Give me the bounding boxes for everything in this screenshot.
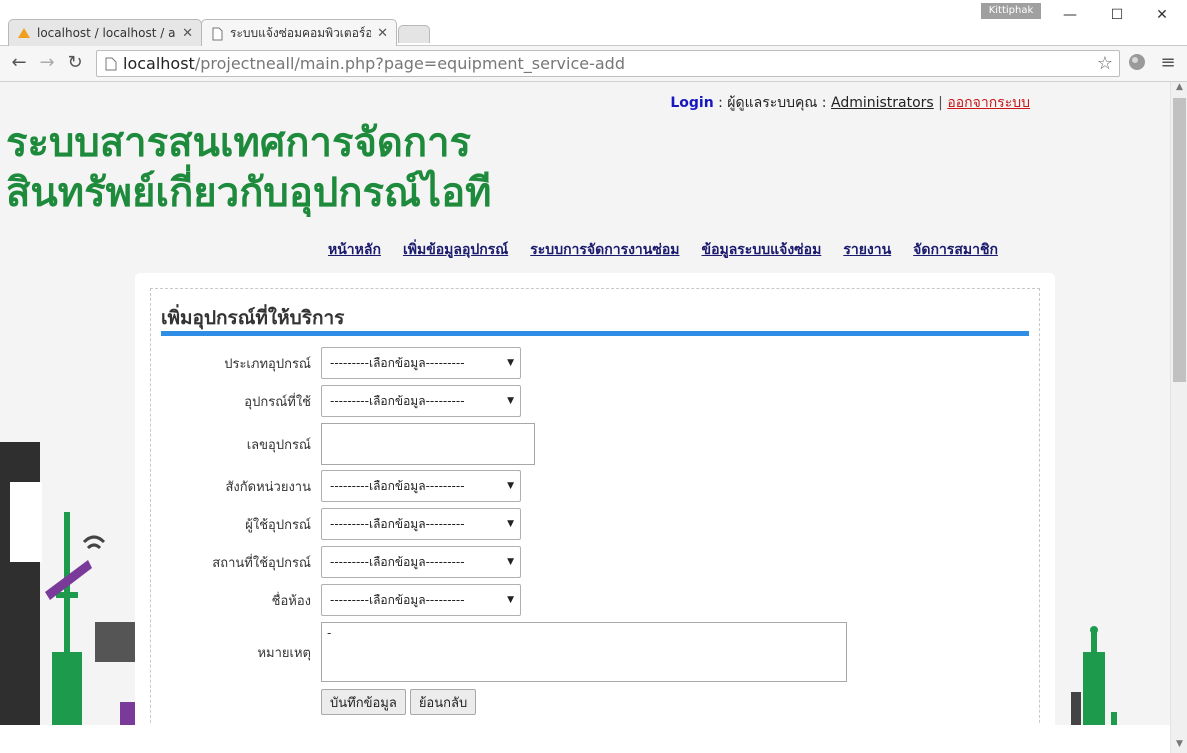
select-room[interactable]: ---------เลือกข้อมูล--------- ▼	[321, 584, 521, 616]
main-menu: หน้าหลัก เพิ่มข้อมูลอุปกรณ์ ระบบการจัดกา…	[328, 239, 998, 261]
close-icon[interactable]: ✕	[377, 26, 388, 41]
separator: |	[938, 95, 943, 111]
row-actions: บันทึกข้อมูล ย้อนกลับ	[161, 689, 477, 715]
site-title: ระบบสารสนเทศการจัดการ สินทรัพย์เกี่ยวกับ…	[6, 118, 492, 218]
admin-prefix: : ผู้ดูแลระบบคุณ :	[718, 95, 827, 111]
label-room: ชื่อห้อง	[271, 593, 311, 609]
profile-badge[interactable]: Kittiphak	[981, 3, 1041, 19]
menu-members[interactable]: จัดการสมาชิก	[913, 239, 998, 261]
page-icon	[105, 57, 117, 71]
bookmark-star-icon[interactable]: ☆	[1097, 53, 1113, 74]
form-container: เพิ่มอุปกรณ์ที่ให้บริการ ประเภทอุปกรณ์ -…	[150, 288, 1040, 753]
dropdown-arrow-icon: ▼	[507, 557, 514, 567]
dropdown-arrow-icon: ▼	[507, 519, 514, 529]
dropdown-arrow-icon: ▼	[507, 396, 514, 406]
url-path: /projectneall/main.php?page=equipment_se…	[194, 54, 625, 73]
select-location[interactable]: ---------เลือกข้อมูล--------- ▼	[321, 546, 521, 578]
illustration-left	[0, 442, 135, 753]
page-bottom-strip	[0, 725, 1170, 753]
select-value: ---------เลือกข้อมูล---------	[330, 554, 465, 569]
logout-link[interactable]: ออกจากระบบ	[947, 95, 1030, 111]
form-title-rule	[161, 331, 1029, 336]
note-textarea[interactable]: -	[321, 622, 847, 682]
select-equipment-type[interactable]: ---------เลือกข้อมูล--------- ▼	[321, 347, 521, 379]
close-icon[interactable]: ✕	[182, 26, 193, 41]
site-title-line1: ระบบสารสนเทศการจัดการ	[6, 120, 472, 166]
forward-arrow-icon[interactable]: →	[36, 52, 58, 74]
label-equipment-used: อุปกรณ์ที่ใช้	[244, 394, 311, 410]
select-value: ---------เลือกข้อมูล---------	[330, 592, 465, 607]
row-room: ชื่อห้อง ---------เลือกข้อมูล--------- ▼	[161, 584, 521, 616]
row-equipment-used: อุปกรณ์ที่ใช้ ---------เลือกข้อมูล------…	[161, 385, 521, 417]
select-user[interactable]: ---------เลือกข้อมูล--------- ▼	[321, 508, 521, 540]
dropdown-arrow-icon: ▼	[507, 481, 514, 491]
login-status: Login : ผู้ดูแลระบบคุณ : Administrators …	[670, 92, 1030, 114]
label-department: สังกัดหน่วยงาน	[225, 479, 311, 495]
select-value: ---------เลือกข้อมูล---------	[330, 516, 465, 531]
row-note: หมายเหตุ -	[161, 622, 847, 682]
menu-icon[interactable]: ≡	[1157, 52, 1179, 74]
tab-label: localhost / localhost / asse	[37, 26, 176, 40]
menu-repair-info[interactable]: ข้อมูลระบบแจ้งซ่อม	[702, 239, 822, 261]
site-title-line2: สินทรัพย์เกี่ยวกับอุปกรณ์ไอที	[6, 170, 492, 216]
menu-repair-management[interactable]: ระบบการจัดการงานซ่อม	[530, 239, 679, 261]
address-bar[interactable]: localhost/projectneall/main.php?page=equ…	[96, 50, 1120, 77]
browser-titlebar: localhost / localhost / asse ✕ ระบบแจ้งซ…	[0, 0, 1187, 47]
dropdown-arrow-icon: ▼	[507, 358, 514, 368]
label-equipment-type: ประเภทอุปกรณ์	[224, 356, 311, 372]
save-button[interactable]: บันทึกข้อมูล	[321, 689, 406, 715]
select-value: ---------เลือกข้อมูล---------	[330, 478, 465, 493]
form-title: เพิ่มอุปกรณ์ที่ให้บริการ	[161, 307, 345, 329]
scroll-thumb[interactable]	[1173, 98, 1186, 382]
menu-home[interactable]: หน้าหลัก	[328, 239, 381, 261]
row-department: สังกัดหน่วยงาน ---------เลือกข้อมูล-----…	[161, 470, 521, 502]
row-equipment-number: เลขอุปกรณ์	[161, 423, 535, 465]
vertical-scrollbar[interactable]: ▲ ▼	[1170, 82, 1187, 753]
equipment-number-input[interactable]	[321, 423, 535, 465]
menu-add-equipment[interactable]: เพิ่มข้อมูลอุปกรณ์	[403, 239, 508, 261]
phpmyadmin-icon	[17, 26, 31, 40]
select-equipment-used[interactable]: ---------เลือกข้อมูล--------- ▼	[321, 385, 521, 417]
admin-name-link[interactable]: Administrators	[831, 95, 934, 111]
url-host: localhost	[123, 54, 195, 73]
scroll-up-arrow-icon[interactable]: ▲	[1171, 82, 1187, 96]
new-tab-button[interactable]	[398, 25, 430, 43]
label-location: สถานที่ใช้อุปกรณ์	[212, 555, 311, 571]
minimize-button[interactable]: —	[1055, 4, 1085, 26]
form-panel: เพิ่มอุปกรณ์ที่ให้บริการ ประเภทอุปกรณ์ -…	[135, 273, 1055, 753]
back-arrow-icon[interactable]: ←	[8, 52, 30, 74]
row-user: ผู้ใช้อุปกรณ์ ---------เลือกข้อมูล------…	[161, 508, 521, 540]
page-icon	[210, 27, 224, 41]
maximize-button[interactable]: ☐	[1102, 4, 1132, 26]
tab-active[interactable]: ระบบแจ้งซ่อมคอมพิวเตอร์ออนไ ✕	[201, 19, 397, 47]
label-user: ผู้ใช้อุปกรณ์	[245, 517, 311, 533]
login-label: Login	[670, 95, 714, 111]
row-location: สถานที่ใช้อุปกรณ์ ---------เลือกข้อมูล--…	[161, 546, 521, 578]
row-equipment-type: ประเภทอุปกรณ์ ---------เลือกข้อมูล------…	[161, 347, 521, 379]
label-note: หมายเหตุ	[257, 645, 311, 661]
select-value: ---------เลือกข้อมูล---------	[330, 355, 465, 370]
browser-toolbar: ← → ↻ localhost/projectneall/main.php?pa…	[0, 46, 1187, 82]
back-button[interactable]: ย้อนกลับ	[409, 689, 477, 715]
select-department[interactable]: ---------เลือกข้อมูล--------- ▼	[321, 470, 521, 502]
select-value: ---------เลือกข้อมูล---------	[330, 393, 465, 408]
tab-label: ระบบแจ้งซ่อมคอมพิวเตอร์ออนไ	[230, 26, 372, 40]
tab-phpmyadmin[interactable]: localhost / localhost / asse ✕	[8, 19, 202, 46]
reload-icon[interactable]: ↻	[64, 52, 86, 74]
page-viewport: Login : ผู้ดูแลระบบคุณ : Administrators …	[0, 82, 1170, 753]
scroll-down-arrow-icon[interactable]: ▼	[1171, 739, 1187, 753]
close-window-button[interactable]: ✕	[1147, 4, 1177, 26]
extension-icon[interactable]	[1126, 52, 1148, 74]
menu-reports[interactable]: รายงาน	[843, 239, 891, 261]
dropdown-arrow-icon: ▼	[507, 595, 514, 605]
label-equipment-number: เลขอุปกรณ์	[246, 437, 311, 453]
